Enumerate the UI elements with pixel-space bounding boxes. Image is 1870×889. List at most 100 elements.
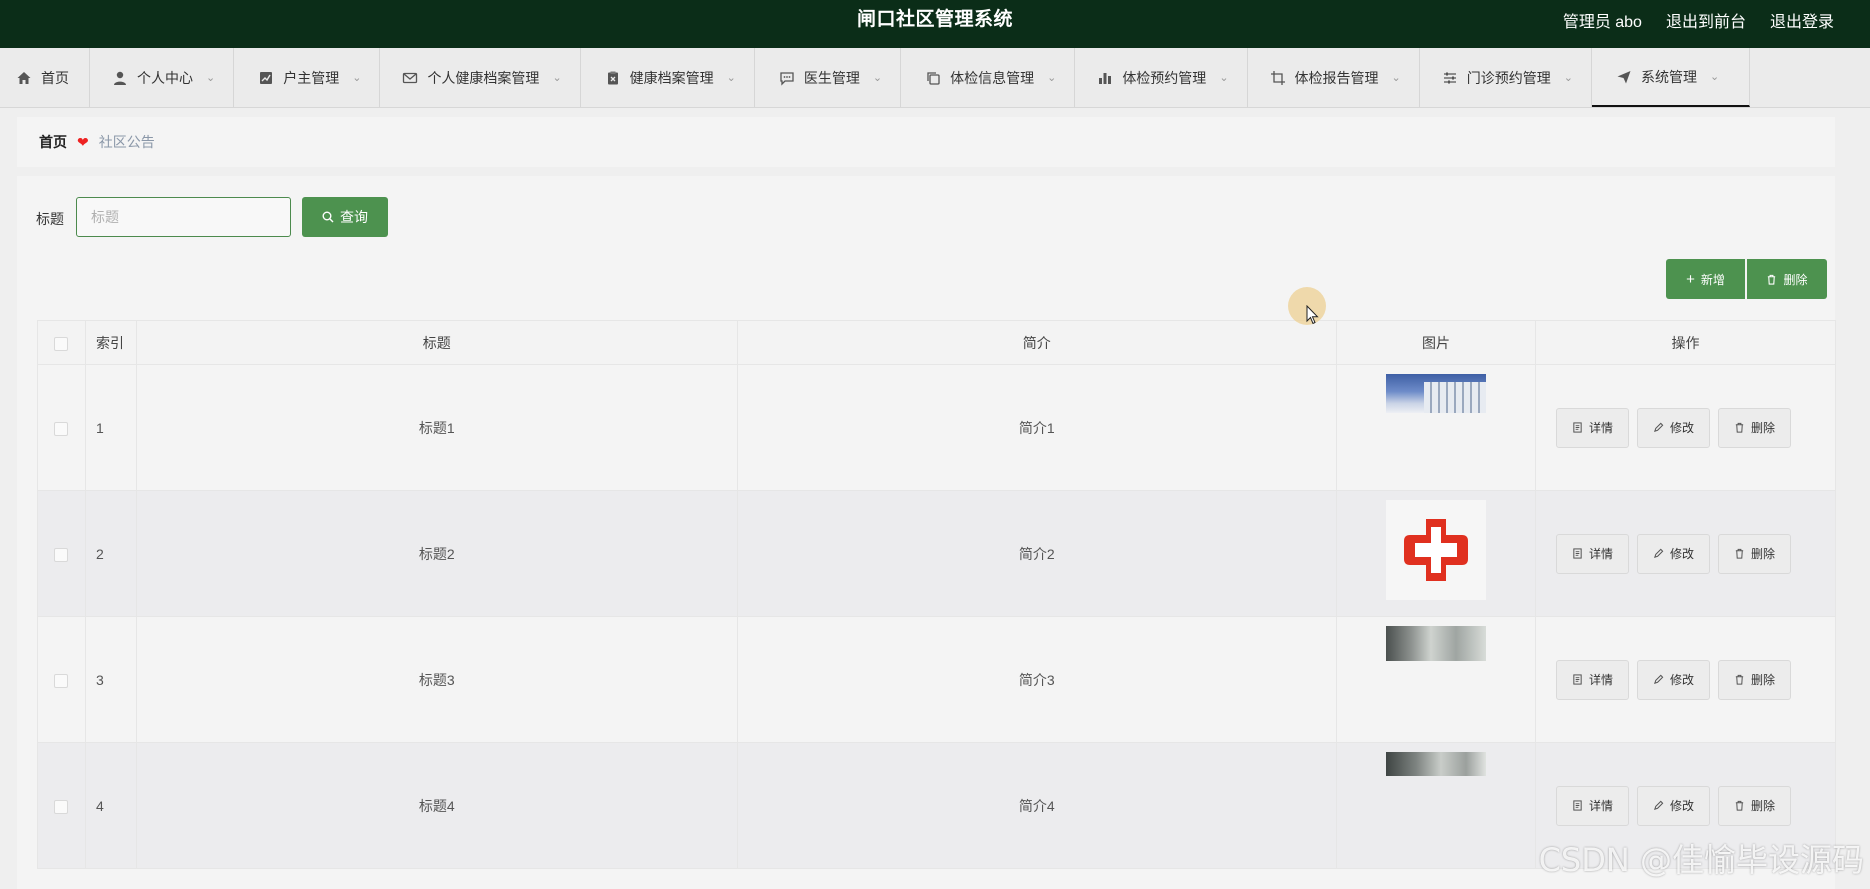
delete-button[interactable]: 删除: [1718, 785, 1791, 826]
row-index: 2: [84, 490, 137, 617]
nav-label: 医生管理: [803, 69, 860, 86]
row-check-cell: [37, 616, 86, 743]
row-image[interactable]: [1386, 500, 1487, 600]
nav-label: 户主管理: [283, 69, 340, 86]
detail-button[interactable]: 详情: [1556, 785, 1629, 826]
plus-icon: +: [1686, 270, 1695, 288]
trash-icon: [1735, 548, 1744, 559]
top-header: 闸口社区管理系统 管理员 abo 退出到前台 退出登录: [0, 0, 1870, 48]
edit-button[interactable]: 修改: [1637, 785, 1710, 826]
chevron-down-icon: ⌄: [1709, 71, 1720, 83]
table-row: 2 标题2 简介2 详情 修改 删除: [37, 490, 1836, 617]
search-icon: [322, 211, 334, 223]
nav-item-home[interactable]: 首页: [0, 48, 90, 107]
edit-button[interactable]: 修改: [1637, 407, 1710, 448]
row-image-cell: [1336, 490, 1537, 617]
nav-item-personal-health-record[interactable]: 个人健康档案管理 ⌄: [380, 48, 581, 107]
nav-label: 健康档案管理: [629, 69, 714, 86]
row-image[interactable]: [1386, 374, 1487, 413]
edit-button[interactable]: 修改: [1637, 659, 1710, 700]
nav-item-doctor[interactable]: 医生管理 ⌄: [755, 48, 902, 107]
breadcrumb: 首页 ❤ 社区公告: [17, 117, 1835, 167]
batch-delete-button[interactable]: 删除: [1747, 259, 1827, 299]
row-checkbox[interactable]: [54, 799, 69, 814]
sliders-icon: [1443, 72, 1456, 83]
user-icon: [114, 71, 126, 85]
bar-chart-icon: [1099, 72, 1112, 84]
row-intro: 简介4: [736, 742, 1338, 869]
search-button[interactable]: 查询: [302, 197, 388, 237]
delete-button[interactable]: 删除: [1718, 533, 1791, 574]
logout-link[interactable]: 退出登录: [1770, 8, 1834, 32]
row-title: 标题1: [135, 364, 738, 491]
nav-item-system[interactable]: 系统管理 ⌄: [1591, 48, 1751, 107]
edit-label: 修改: [1669, 547, 1694, 561]
select-all-checkbox[interactable]: [54, 336, 69, 351]
document-icon: [1573, 800, 1582, 811]
row-image-cell: [1336, 616, 1537, 743]
batch-delete-label: 删除: [1783, 272, 1808, 287]
notice-table: 索引 标题 简介 图片 操作 1 标题1 简介1 详情 修改 删除 2 标题2 …: [37, 320, 1836, 869]
delete-button[interactable]: 删除: [1718, 407, 1791, 448]
nav-label: 个人中心: [137, 69, 193, 86]
mouse-cursor-icon: [1306, 305, 1319, 325]
title-search-input[interactable]: [76, 197, 291, 237]
row-ops: 详情 修改 删除: [1535, 490, 1836, 617]
chevron-down-icon: ⌄: [1563, 72, 1573, 84]
nav-item-exam-booking[interactable]: 体检预约管理 ⌄: [1075, 48, 1248, 107]
detail-button[interactable]: 详情: [1556, 659, 1629, 700]
nav-label: 个人健康档案管理: [427, 69, 540, 86]
row-check-cell: [37, 364, 86, 491]
row-intro: 简介2: [736, 490, 1338, 617]
add-button[interactable]: + 新增: [1666, 259, 1745, 299]
row-checkbox[interactable]: [54, 421, 69, 436]
home-icon: [17, 71, 31, 84]
nav-item-personal-center[interactable]: 个人中心 ⌄: [90, 48, 235, 107]
breadcrumb-current: 社区公告: [98, 134, 155, 150]
trash-icon: [1735, 800, 1744, 811]
nav-item-health-record[interactable]: 健康档案管理 ⌄: [581, 48, 755, 107]
row-index: 1: [84, 364, 137, 491]
table-row: 3 标题3 简介3 详情 修改 删除: [37, 616, 1836, 743]
edit-icon: [1654, 548, 1664, 558]
select-all-cell: [37, 320, 86, 365]
row-checkbox[interactable]: [54, 673, 69, 688]
crop-icon: [1270, 70, 1285, 85]
trash-icon: [1735, 422, 1744, 433]
nav-item-householder[interactable]: 户主管理 ⌄: [234, 48, 381, 107]
row-checkbox[interactable]: [54, 547, 69, 562]
table-header-row: 索引 标题 简介 图片 操作: [37, 320, 1836, 365]
detail-button[interactable]: 详情: [1556, 407, 1629, 448]
row-title: 标题4: [135, 742, 738, 869]
delete-button[interactable]: 删除: [1718, 659, 1791, 700]
row-title: 标题3: [135, 616, 738, 743]
nav-item-exam-info[interactable]: 体检信息管理 ⌄: [901, 48, 1076, 107]
table-row: 1 标题1 简介1 详情 修改 删除: [37, 364, 1836, 491]
row-ops: 详情 修改 删除: [1535, 616, 1836, 743]
edit-button[interactable]: 修改: [1637, 533, 1710, 574]
heart-icon: ❤: [77, 133, 89, 150]
nav-item-clinic-booking[interactable]: 门诊预约管理 ⌄: [1420, 48, 1592, 107]
row-image[interactable]: [1386, 626, 1487, 661]
nav-item-exam-report[interactable]: 体检报告管理 ⌄: [1248, 48, 1420, 107]
exit-to-front-link[interactable]: 退出到前台: [1666, 8, 1746, 32]
chevron-down-icon: ⌄: [1219, 72, 1229, 84]
nav-label: 门诊预约管理: [1466, 69, 1551, 86]
nav-label: 系统管理: [1640, 68, 1697, 85]
chevron-down-icon: ⌄: [726, 72, 736, 84]
document-icon: [1573, 422, 1582, 433]
chevron-down-icon: ⌄: [1047, 72, 1057, 84]
row-index: 3: [84, 616, 137, 743]
detail-button[interactable]: 详情: [1556, 533, 1629, 574]
delete-label: 删除: [1750, 421, 1775, 435]
row-intro: 简介3: [736, 616, 1338, 743]
edit-label: 修改: [1669, 799, 1694, 813]
nav-label: 体检信息管理: [950, 69, 1035, 86]
document-icon: [1573, 674, 1582, 685]
current-user: 管理员 abo: [1562, 14, 1642, 31]
breadcrumb-home[interactable]: 首页: [39, 132, 67, 152]
chart-icon: [260, 71, 273, 84]
row-image[interactable]: [1386, 752, 1487, 776]
delete-label: 删除: [1750, 799, 1775, 813]
header-image: 图片: [1336, 320, 1537, 365]
